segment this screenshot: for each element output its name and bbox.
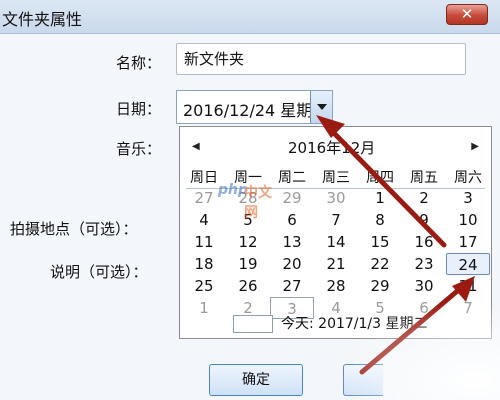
music-label: 音乐： — [116, 140, 162, 158]
calendar-day[interactable]: 12 — [226, 231, 270, 253]
location-label: 拍摄地点（可选）： — [10, 220, 138, 238]
calendar-day[interactable]: 26 — [226, 275, 270, 297]
calendar-day[interactable]: 21 — [314, 253, 358, 275]
calendar-day[interactable]: 25 — [182, 275, 226, 297]
calendar-day[interactable]: 31 — [446, 275, 490, 297]
weekday-header: 周一 — [234, 170, 262, 186]
date-label: 日期： — [116, 100, 162, 118]
calendar-day[interactable]: 30 — [314, 187, 358, 209]
weekday-header: 周六 — [454, 170, 482, 186]
calendar-day[interactable]: 13 — [270, 231, 314, 253]
chevron-left-icon: ◀ — [192, 141, 200, 152]
calendar-day[interactable]: 14 — [314, 231, 358, 253]
calendar-day[interactable]: 17 — [446, 231, 490, 253]
calendar-dropdown[interactable]: ◀ 2016年12月 ▶ 周日 周一 周二 周三 周四 周五 周六 27 28 29… — [179, 126, 492, 339]
today-indicator-box — [233, 315, 273, 333]
calendar-day[interactable]: 3 — [446, 187, 490, 209]
window-title: 文件夹属性 — [2, 10, 83, 29]
weekday-header: 周五 — [410, 170, 438, 186]
calendar-day[interactable]: 23 — [402, 253, 446, 275]
calendar-day[interactable]: 20 — [270, 253, 314, 275]
calendar-day[interactable]: 8 — [358, 209, 402, 231]
calendar-day[interactable]: 28 — [226, 187, 270, 209]
cancel-button[interactable] — [343, 364, 383, 396]
calendar-day-selected[interactable]: 24 — [446, 253, 490, 275]
calendar-month-title[interactable]: 2016年12月 — [288, 137, 375, 158]
name-input[interactable]: 新文件夹 — [176, 43, 466, 75]
calendar-day[interactable]: 6 — [270, 209, 314, 231]
name-label: 名称： — [116, 54, 162, 72]
calendar-day[interactable]: 1 — [182, 297, 226, 319]
calendar-day[interactable]: 30 — [402, 275, 446, 297]
name-input-value: 新文件夹 — [184, 50, 245, 68]
date-dropdown-button[interactable] — [310, 91, 332, 123]
title-bar: 文件夹属性 ✕ — [0, 0, 500, 34]
calendar-day[interactable]: 28 — [314, 275, 358, 297]
date-value: 2016/12/24 星期 — [183, 101, 313, 120]
calendar-day[interactable]: 7 — [446, 297, 490, 319]
ok-button-label: 确定 — [242, 372, 270, 388]
calendar-day[interactable]: 29 — [270, 187, 314, 209]
calendar-day[interactable]: 10 — [446, 209, 490, 231]
calendar-day[interactable]: 7 — [314, 209, 358, 231]
next-month-button[interactable]: ▶ — [471, 141, 479, 152]
calendar-day[interactable]: 4 — [182, 209, 226, 231]
date-picker[interactable]: 2016/12/24 星期 — [176, 90, 333, 124]
calendar-day[interactable]: 15 — [358, 231, 402, 253]
description-label: 说明（可选）： — [50, 263, 148, 281]
calendar-day[interactable]: 27 — [182, 187, 226, 209]
weekday-header: 周三 — [322, 170, 350, 186]
weekday-header: 周日 — [190, 170, 218, 186]
calendar-day[interactable]: 16 — [402, 231, 446, 253]
close-icon: ✕ — [460, 5, 474, 23]
calendar-day[interactable]: 1 — [358, 187, 402, 209]
calendar-day[interactable]: 19 — [226, 253, 270, 275]
calendar-day[interactable]: 27 — [270, 275, 314, 297]
weekday-header: 周四 — [366, 170, 394, 186]
calendar-day[interactable]: 22 — [358, 253, 402, 275]
prev-month-button[interactable]: ◀ — [192, 141, 200, 152]
calendar-day[interactable]: 9 — [402, 209, 446, 231]
calendar-day[interactable]: 29 — [358, 275, 402, 297]
close-button[interactable]: ✕ — [446, 4, 488, 25]
chevron-right-icon: ▶ — [471, 141, 479, 152]
calendar-day[interactable]: 5 — [226, 209, 270, 231]
weekday-header: 周二 — [278, 170, 306, 186]
calendar-day[interactable]: 18 — [182, 253, 226, 275]
calendar-day[interactable]: 11 — [182, 231, 226, 253]
ok-button[interactable]: 确定 — [209, 364, 303, 396]
today-link[interactable]: 今天: 2017/1/3 星期二 — [281, 313, 428, 333]
calendar-day[interactable]: 2 — [402, 187, 446, 209]
